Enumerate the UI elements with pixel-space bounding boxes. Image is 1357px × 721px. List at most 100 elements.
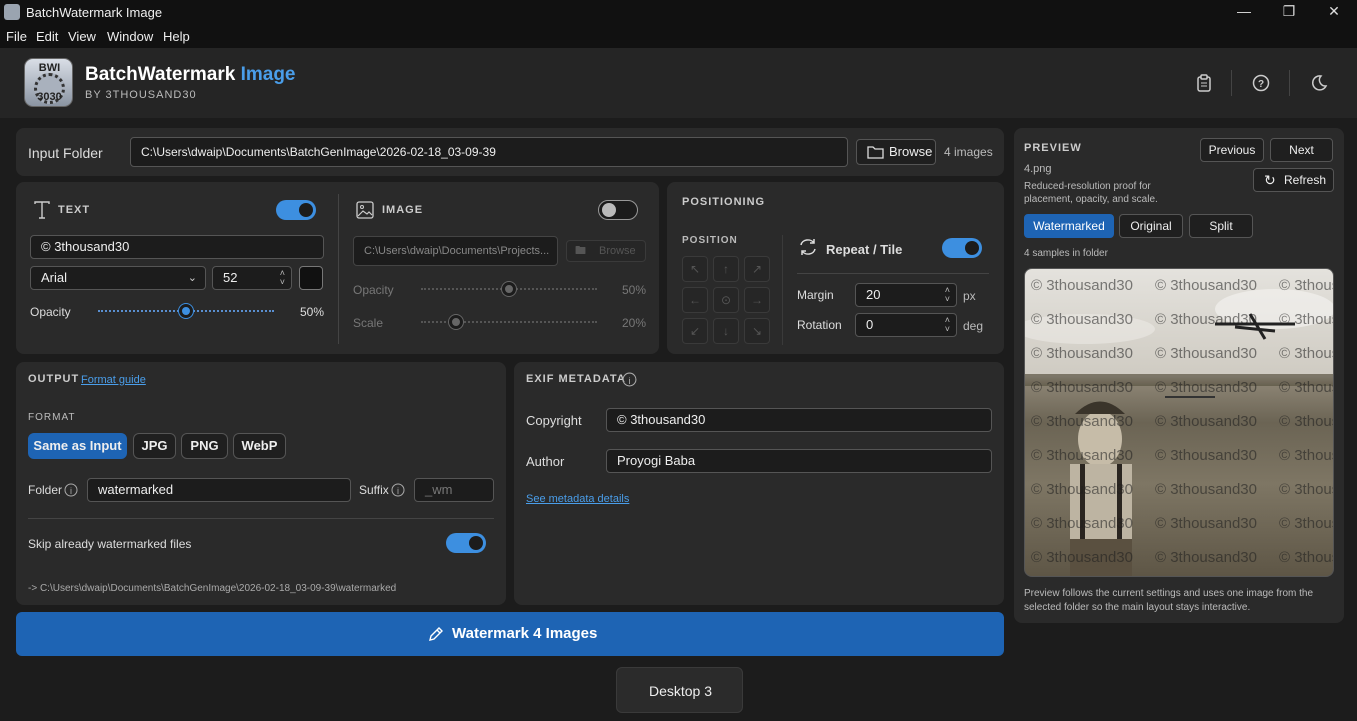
preview-next-button[interactable]: Next <box>1270 138 1333 162</box>
image-browse-button[interactable]: 🖿 Browse <box>566 240 646 262</box>
text-enable-toggle[interactable] <box>276 200 316 220</box>
minimize-icon[interactable]: — <box>1221 0 1267 24</box>
font-select-value: Arial <box>41 270 68 285</box>
positioning-hr <box>797 273 989 274</box>
watermark-tile-text: © 3thousand30 <box>1031 311 1133 328</box>
watermark-text-input[interactable]: © 3thousand30 <box>30 235 324 259</box>
position-top-right[interactable]: ↗ <box>744 256 770 282</box>
position-label: POSITION <box>682 235 738 246</box>
image-scale-slider[interactable] <box>421 321 597 325</box>
preview-previous-button[interactable]: Previous <box>1200 138 1264 162</box>
svg-text:i: i <box>628 376 630 387</box>
menu-file[interactable]: File <box>6 29 27 44</box>
mode-split[interactable]: Split <box>1189 214 1253 238</box>
watermark-tile-text: © 3thousand30 <box>1155 413 1257 430</box>
position-center[interactable]: ⊙ <box>713 287 739 313</box>
watermark-tile-text: © 3thousand30 <box>1155 515 1257 532</box>
font-size-stepper[interactable]: 52 ˄ ˅ <box>212 266 292 290</box>
image-scale-handle[interactable] <box>449 315 464 329</box>
svg-text:i: i <box>70 486 72 496</box>
text-color-swatch[interactable] <box>299 266 323 290</box>
position-right[interactable]: → <box>744 287 770 313</box>
mode-watermarked[interactable]: Watermarked <box>1024 214 1114 238</box>
rotation-stepper[interactable]: 0 ˄ ˅ <box>855 313 957 337</box>
position-top[interactable]: ↑ <box>713 256 739 282</box>
position-bottom-right[interactable]: ↘ <box>744 318 770 344</box>
close-icon[interactable]: ✕ <box>1311 0 1357 24</box>
watermark-tile-text: © 3thousand30 <box>1155 379 1257 396</box>
preview-refresh-button[interactable]: ↻ Refresh <box>1253 168 1334 192</box>
stepper-arrows-icon: ˄ ˅ <box>944 315 950 334</box>
folder-icon: 🖿 <box>575 245 586 257</box>
moon-icon[interactable] <box>1310 74 1328 92</box>
clipboard-icon[interactable] <box>1195 74 1213 92</box>
image-opacity-handle[interactable] <box>502 282 516 296</box>
text-opacity-label: Opacity <box>30 305 71 319</box>
position-top-left[interactable]: ↖ <box>682 256 708 282</box>
watermark-images-label: Watermark 4 Images <box>452 625 598 642</box>
svg-text:?: ? <box>1258 79 1264 90</box>
image-browse-label: Browse <box>599 245 636 257</box>
input-folder-path[interactable]: C:\Users\dwaip\Documents\BatchGenImage\2… <box>130 137 848 167</box>
repeat-icon <box>800 239 816 255</box>
chevron-down-icon: ⌄ <box>187 272 197 284</box>
font-select[interactable]: Arial ⌄ <box>30 266 206 290</box>
menu-view[interactable]: View <box>68 29 96 44</box>
pen-icon <box>429 627 443 641</box>
watermark-tile-text: © 3thousand30 <box>1279 345 1333 362</box>
header-divider <box>1231 70 1232 96</box>
output-folder-input[interactable]: watermarked <box>87 478 351 502</box>
watermark-tile-text: © 3thousand30 <box>1031 447 1133 464</box>
image-path-input[interactable]: C:\Users\dwaip\Documents\Projects... <box>353 236 558 266</box>
text-opacity-handle[interactable] <box>179 304 193 318</box>
format-guide-link[interactable]: Format guide <box>81 374 146 386</box>
menu-window[interactable]: Window <box>107 29 153 44</box>
info-icon[interactable]: i <box>64 483 78 497</box>
margin-stepper[interactable]: 20 ˄ ˅ <box>855 283 957 307</box>
watermark-tile-text: © 3thousand30 <box>1155 549 1257 566</box>
input-browse-button[interactable]: Browse <box>856 139 936 165</box>
image-scale-label: Scale <box>353 316 384 330</box>
help-icon[interactable]: ? <box>1252 74 1270 92</box>
format-jpg[interactable]: JPG <box>133 433 176 459</box>
author-input[interactable]: Proyogi Baba <box>606 449 992 473</box>
image-opacity-value: 50% <box>622 283 647 297</box>
repeat-tile-toggle[interactable] <box>942 238 982 258</box>
copyright-label: Copyright <box>526 413 582 428</box>
restore-icon[interactable]: ❐ <box>1266 0 1312 24</box>
format-png[interactable]: PNG <box>181 433 228 459</box>
brand-byline: BY 3THOUSAND30 <box>85 89 197 101</box>
image-scale-value: 20% <box>622 316 647 330</box>
info-icon[interactable]: i <box>391 483 405 497</box>
brand-title: BatchWatermark Image <box>85 64 296 86</box>
watermark-tile-text: © 3thousand30 <box>1279 277 1333 294</box>
stepper-arrows-icon: ˄ ˅ <box>944 285 950 304</box>
rotation-label: Rotation <box>797 318 842 332</box>
watermark-tile-text: © 3thousand30 <box>1155 481 1257 498</box>
skip-watermarked-toggle[interactable] <box>446 533 486 553</box>
menu-help[interactable]: Help <box>163 29 190 44</box>
app-icon <box>4 4 20 20</box>
author-label: Author <box>526 454 565 469</box>
position-bottom[interactable]: ↓ <box>713 318 739 344</box>
position-left[interactable]: ← <box>682 287 708 313</box>
info-icon[interactable]: i <box>622 372 637 387</box>
format-webp[interactable]: WebP <box>233 433 286 459</box>
suffix-input[interactable]: _wm <box>414 478 494 502</box>
brand-name: BatchWatermark <box>85 64 236 85</box>
watermark-tile-text: © 3thousand30 <box>1155 447 1257 464</box>
copyright-input[interactable]: © 3thousand30 <box>606 408 992 432</box>
watermark-tile-text: © 3thousand30 <box>1279 413 1333 430</box>
desktop-switcher[interactable]: Desktop 3 <box>616 667 743 713</box>
image-opacity-label: Opacity <box>353 283 394 297</box>
position-bottom-left[interactable]: ↙ <box>682 318 708 344</box>
refresh-label: Refresh <box>1284 173 1327 187</box>
image-enable-toggle[interactable] <box>598 200 638 220</box>
mode-original[interactable]: Original <box>1119 214 1183 238</box>
menu-edit[interactable]: Edit <box>36 29 58 44</box>
image-count: 4 images <box>944 145 993 159</box>
format-same-as-input[interactable]: Same as Input <box>28 433 127 459</box>
positioning-title: POSITIONING <box>682 196 766 208</box>
watermark-images-button[interactable]: Watermark 4 Images <box>16 612 1004 656</box>
metadata-details-link[interactable]: See metadata details <box>526 493 629 505</box>
